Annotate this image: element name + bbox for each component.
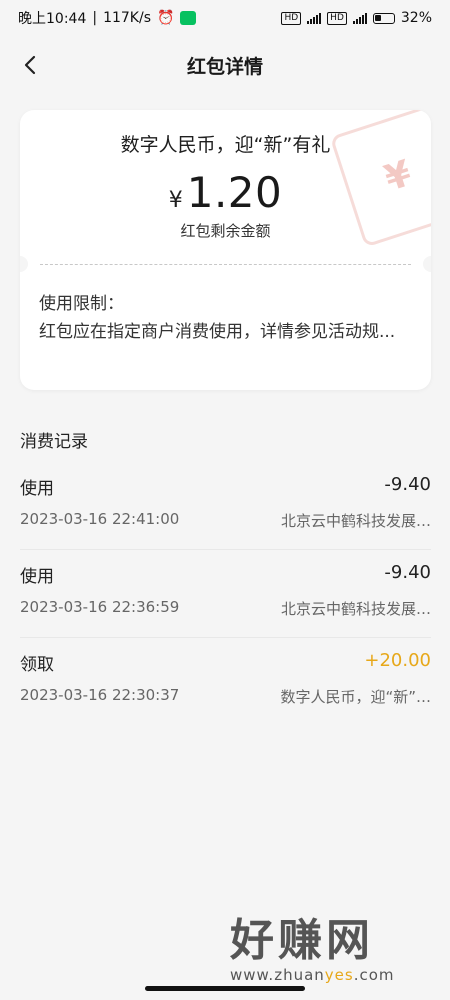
record-merchant: 数字人民币，迎“新”… [280, 688, 431, 706]
alarm-icon: ⏰ [157, 10, 175, 26]
record-amount: -9.40 [384, 474, 431, 495]
amount-row: ¥ 1.20 [20, 168, 431, 217]
signal-icon-2 [352, 12, 367, 24]
record-row[interactable]: 使用 -9.40 2023-03-16 22:36:59 北京云中鹤科技发展… [20, 550, 431, 638]
hd-badge-2: HD [327, 11, 347, 25]
wechat-icon [180, 11, 197, 25]
record-row[interactable]: 领取 +20.00 2023-03-16 22:30:37 数字人民币，迎“新”… [20, 638, 431, 726]
home-indicator[interactable] [145, 986, 305, 991]
watermark-url-highlight: yes [324, 966, 354, 984]
record-type: 使用 [20, 479, 54, 499]
record-time: 2023-03-16 22:30:37 [20, 686, 180, 704]
card-notch-left [20, 256, 28, 272]
status-right: HD HD 32% [281, 10, 432, 26]
record-row[interactable]: 使用 -9.40 2023-03-16 22:41:00 北京云中鹤科技发展… [20, 462, 431, 550]
chevron-left-icon [24, 55, 36, 75]
watermark-url-suffix: .com [353, 966, 395, 984]
hd-badge-1: HD [281, 11, 302, 25]
status-time: 晚上10:44 [18, 11, 87, 27]
record-type: 使用 [20, 567, 54, 587]
watermark-logo-text: 好赚网 [230, 915, 374, 966]
status-divider: | [92, 10, 98, 26]
record-type: 领取 [20, 655, 54, 675]
currency-symbol: ¥ [168, 188, 183, 213]
record-merchant: 北京云中鹤科技发展… [280, 512, 431, 530]
records-title: 消费记录 [20, 432, 88, 452]
records-list: 使用 -9.40 2023-03-16 22:41:00 北京云中鹤科技发展… … [20, 462, 431, 726]
card-notch-right [423, 256, 431, 272]
status-left: 晚上10:44 | 117K/s ⏰ [18, 8, 197, 28]
remaining-amount: 1.20 [186, 168, 283, 217]
signal-icon-1 [307, 12, 322, 24]
watermark-url: www.zhuanyes.com [230, 966, 430, 984]
page-title: 红包详情 [186, 55, 263, 78]
site-watermark: 好赚网 www.zhuanyes.com [230, 916, 430, 992]
promo-title: 数字人民币，迎“新”有礼 [120, 134, 331, 156]
status-bar: 晚上10:44 | 117K/s ⏰ HD HD 32% [0, 0, 450, 36]
battery-percent: 32% [400, 10, 432, 26]
record-merchant: 北京云中鹤科技发展… [280, 600, 431, 618]
usage-limit-text[interactable]: 使用限制： 红包应在指定商户消费使用，详情参见活动规... [39, 290, 412, 346]
record-time: 2023-03-16 22:36:59 [20, 598, 180, 616]
battery-icon [372, 12, 395, 24]
record-time: 2023-03-16 22:41:00 [20, 510, 180, 528]
record-amount: -9.40 [384, 562, 431, 583]
watermark-url-prefix: www.zhuan [230, 966, 325, 984]
dashed-divider [40, 264, 411, 265]
remaining-amount-label: 红包剩余金额 [180, 222, 271, 240]
back-button[interactable] [14, 48, 48, 82]
status-speed: 117K/s [103, 10, 151, 26]
record-amount: +20.00 [364, 650, 431, 671]
page-header: 红包详情 [0, 40, 450, 90]
red-packet-card: ¥ 数字人民币，迎“新”有礼 ¥ 1.20 红包剩余金额 使用限制： 红包应在指… [20, 110, 431, 390]
